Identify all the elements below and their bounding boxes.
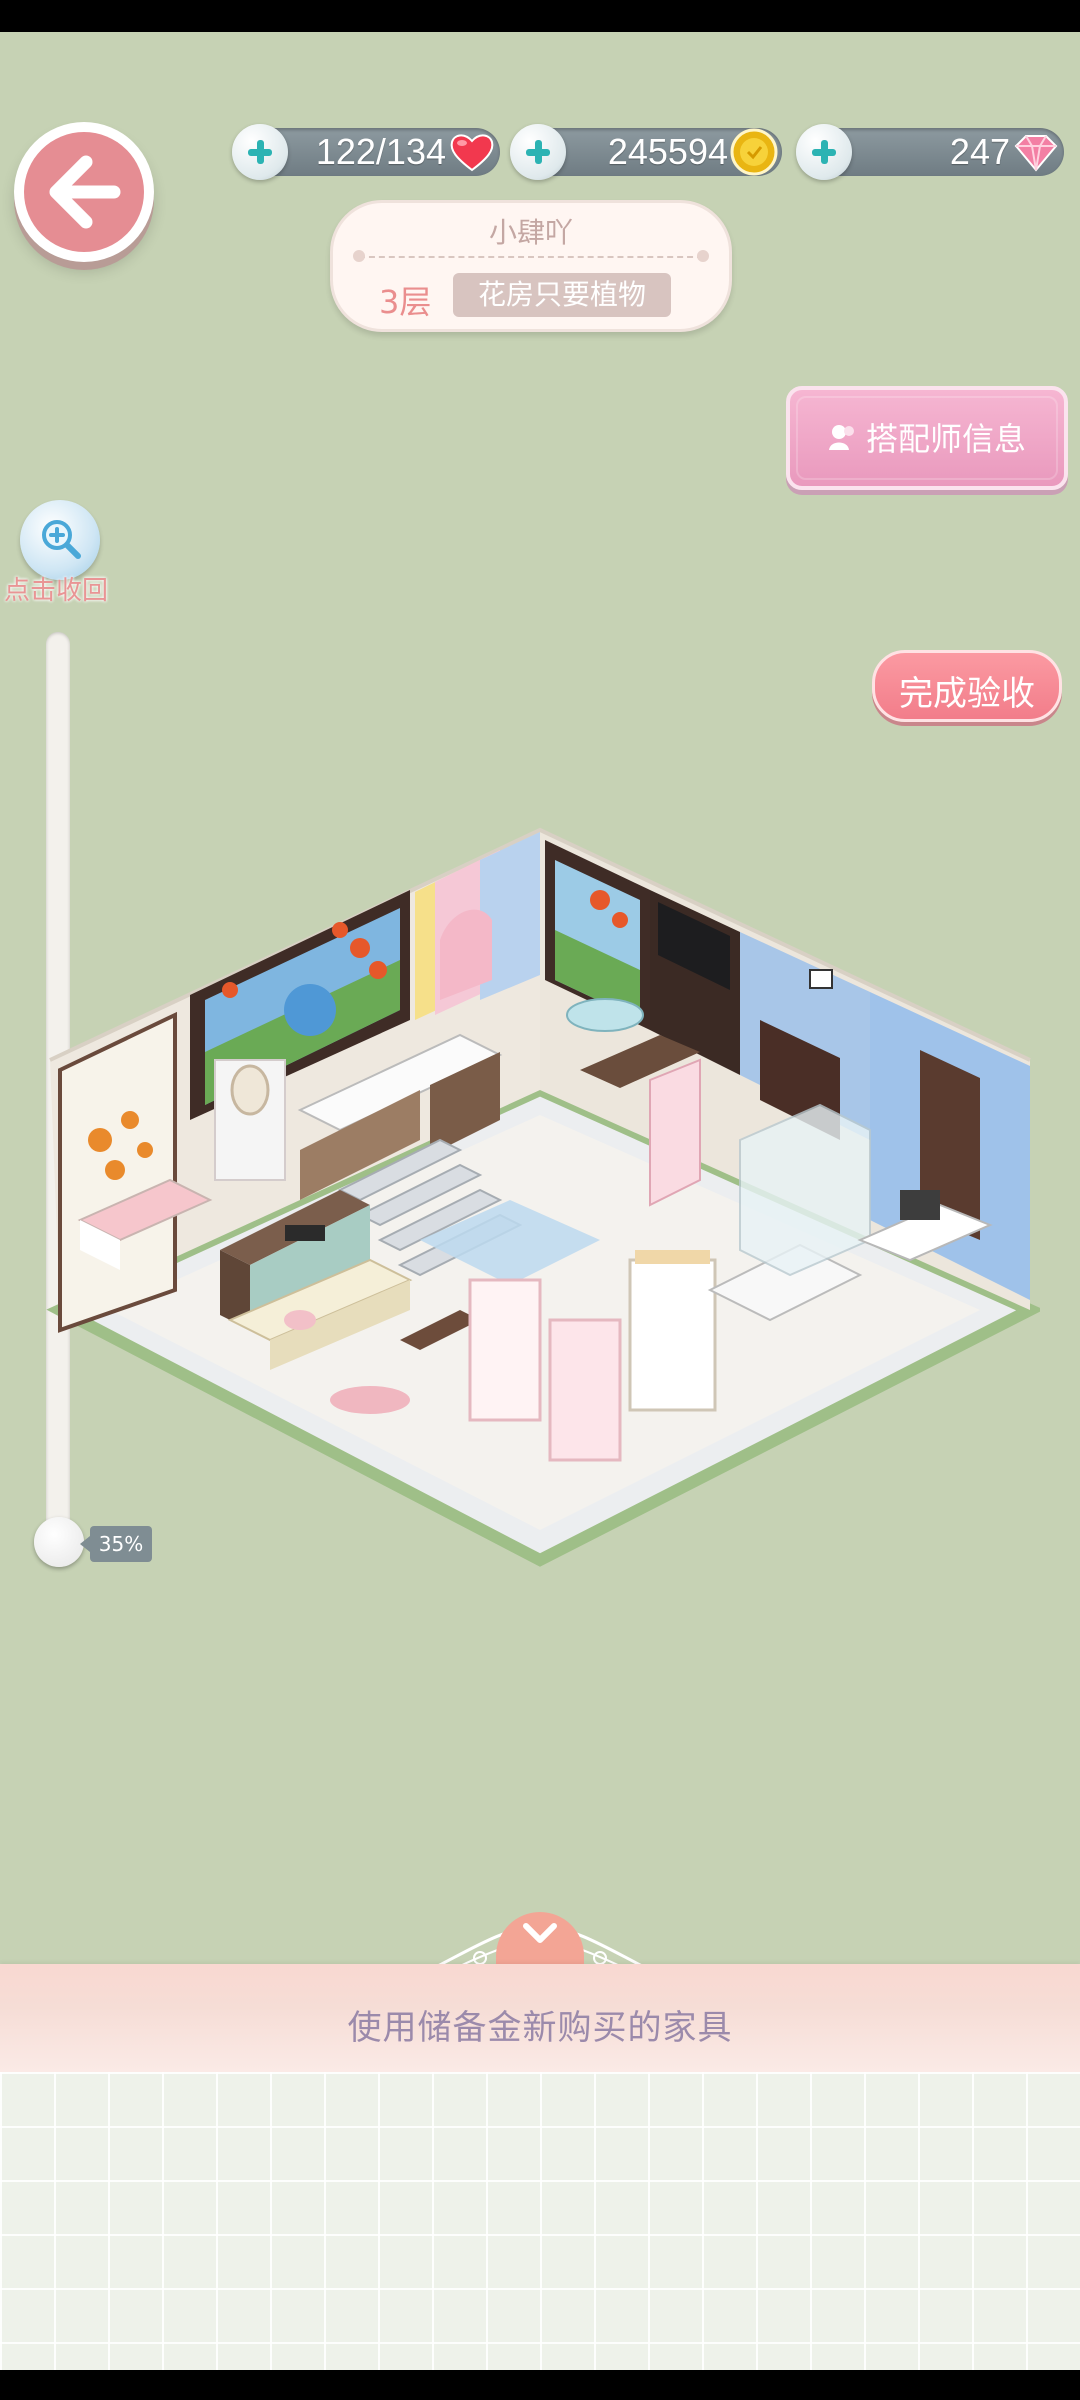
owner-name: 小肆吖 <box>488 216 573 249</box>
coin-icon <box>730 128 778 176</box>
navigation-bar <box>0 2370 1080 2400</box>
add-coins-button[interactable] <box>510 124 566 180</box>
gems-value: 247 <box>949 131 1010 172</box>
zoom-toggle-button[interactable] <box>20 500 100 580</box>
complete-inspection-button[interactable]: 完成验收 <box>872 650 1062 722</box>
banner-text: 使用储备金新购买的家具 <box>347 2008 733 2048</box>
coins-bar: 245594 <box>510 124 782 180</box>
add-gems-button[interactable] <box>796 124 852 180</box>
person-icon <box>829 425 854 450</box>
theme-label: 花房只要植物 <box>453 273 671 317</box>
stamina-value: 122/134 <box>315 131 446 172</box>
floor-label: 3层 <box>379 283 432 321</box>
room-plaque: 小肆吖 3层 花房只要植物 <box>330 200 732 332</box>
furniture-banner: 使用储备金新购买的家具 <box>0 1964 1080 2072</box>
isometric-room[interactable] <box>40 820 1040 1580</box>
designer-info-button[interactable]: 搭配师信息 <box>786 386 1068 490</box>
magnifier-icon <box>42 520 81 559</box>
complete-label: 完成验收 <box>899 674 1035 714</box>
add-stamina-button[interactable] <box>232 124 288 180</box>
stamina-bar: 122/134 <box>232 124 500 180</box>
diamond-icon <box>1014 135 1058 172</box>
furniture-list-area[interactable] <box>0 2072 1080 2370</box>
back-arrow-icon <box>49 155 121 229</box>
chevron-down-icon <box>523 1923 557 1943</box>
back-button[interactable] <box>14 122 154 262</box>
heart-icon <box>450 134 494 172</box>
coins-value: 245594 <box>607 131 728 172</box>
status-bar <box>0 0 1080 32</box>
gems-bar: 247 <box>796 124 1064 180</box>
zoom-collapse-label: 点击收回 <box>4 576 109 606</box>
designer-info-label: 搭配师信息 <box>866 420 1027 458</box>
